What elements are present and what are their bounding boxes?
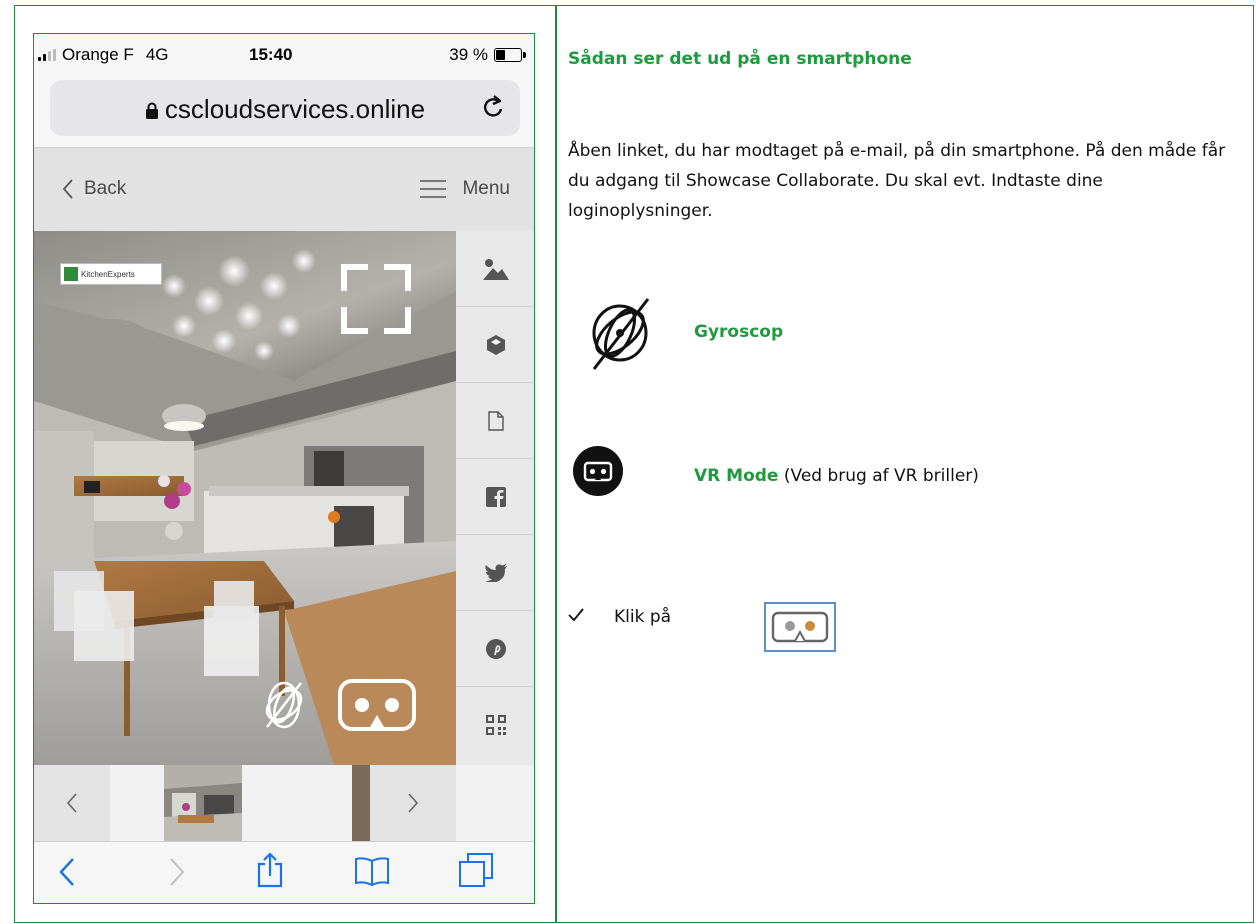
chevron-left-icon xyxy=(62,179,73,199)
url-text: cscloudservices.online xyxy=(164,94,426,124)
share-rail xyxy=(456,231,534,765)
address-bar[interactable]: cscloudservices.online xyxy=(50,80,520,136)
site-navbar: Back Menu xyxy=(34,147,534,231)
gyroscope-icon xyxy=(592,298,650,370)
battery-percent: 39 % xyxy=(449,45,488,64)
share-icon[interactable] xyxy=(256,852,284,888)
vr-mode-note: (Ved brug af VR briller) xyxy=(778,466,979,486)
menu-button[interactable]: Menu xyxy=(420,178,510,200)
kitchenexperts-logo: KitchenExperts xyxy=(60,263,162,285)
pinterest-icon xyxy=(486,638,506,659)
battery-icon xyxy=(494,48,526,62)
hamburger-icon xyxy=(420,180,447,198)
vr-headset-icon xyxy=(764,602,836,652)
smartphone-screenshot: Orange F 4G 15:40 39 % cscloudservices.o… xyxy=(33,33,535,904)
forward-arrow-icon[interactable] xyxy=(168,856,186,888)
panorama-view[interactable]: KitchenExperts xyxy=(34,231,456,765)
twitter-button[interactable] xyxy=(456,535,534,611)
document-icon xyxy=(488,410,504,431)
chevron-right-icon xyxy=(408,793,419,813)
thumb-prev-button[interactable] xyxy=(34,765,110,841)
document-button[interactable] xyxy=(456,383,534,459)
facebook-icon xyxy=(486,486,506,507)
column-divider xyxy=(555,5,557,923)
instruction-column: Sådan ser det ud på en smartphone Åben l… xyxy=(568,0,1248,924)
browser-toolbar xyxy=(34,841,534,903)
chevron-left-icon xyxy=(66,793,77,813)
section-heading: Sådan ser det ud på en smartphone xyxy=(568,49,912,69)
3d-button[interactable] xyxy=(456,307,534,383)
thumb-next-button[interactable] xyxy=(370,765,456,841)
instruction-bullet: Klik på xyxy=(568,607,671,627)
instruction-text: Klik på xyxy=(614,607,672,627)
qr-code-icon xyxy=(486,715,506,735)
reload-icon[interactable] xyxy=(480,94,506,122)
thumbnail-strip xyxy=(34,765,534,841)
vr-mode-line: VR Mode (Ved brug af VR briller) xyxy=(694,466,979,486)
signal-icon xyxy=(38,49,56,61)
thumbnail-room-2[interactable] xyxy=(352,765,370,841)
vr-mode-icon[interactable] xyxy=(338,679,416,731)
checkmark-icon xyxy=(568,607,614,627)
vr-mode-label: VR Mode xyxy=(694,466,779,486)
network-type: 4G xyxy=(145,45,169,64)
qr-button[interactable] xyxy=(456,687,534,763)
status-bar: Orange F 4G 15:40 39 % xyxy=(34,34,534,74)
cube-icon xyxy=(487,334,505,355)
facebook-button[interactable] xyxy=(456,459,534,535)
lock-icon xyxy=(145,102,158,120)
bookmarks-icon[interactable] xyxy=(354,856,390,886)
back-button[interactable]: Back xyxy=(62,178,126,200)
tabs-icon[interactable] xyxy=(458,852,494,888)
thumbnail-kitchen[interactable] xyxy=(164,765,242,841)
intro-paragraph: Åben linket, du har modtaget på e-mail, … xyxy=(568,141,1226,221)
back-arrow-icon[interactable] xyxy=(58,856,76,888)
carrier-name: Orange F xyxy=(62,45,134,64)
gyroscope-icon[interactable] xyxy=(261,675,307,735)
vr-mode-icon xyxy=(573,446,623,496)
pinterest-button[interactable] xyxy=(456,611,534,687)
twitter-icon xyxy=(485,563,507,582)
gyroscope-label: Gyroscop xyxy=(694,322,784,342)
image-button[interactable] xyxy=(456,231,534,307)
fullscreen-icon[interactable] xyxy=(340,263,412,335)
clock: 15:40 xyxy=(249,45,293,64)
image-icon xyxy=(483,258,509,280)
